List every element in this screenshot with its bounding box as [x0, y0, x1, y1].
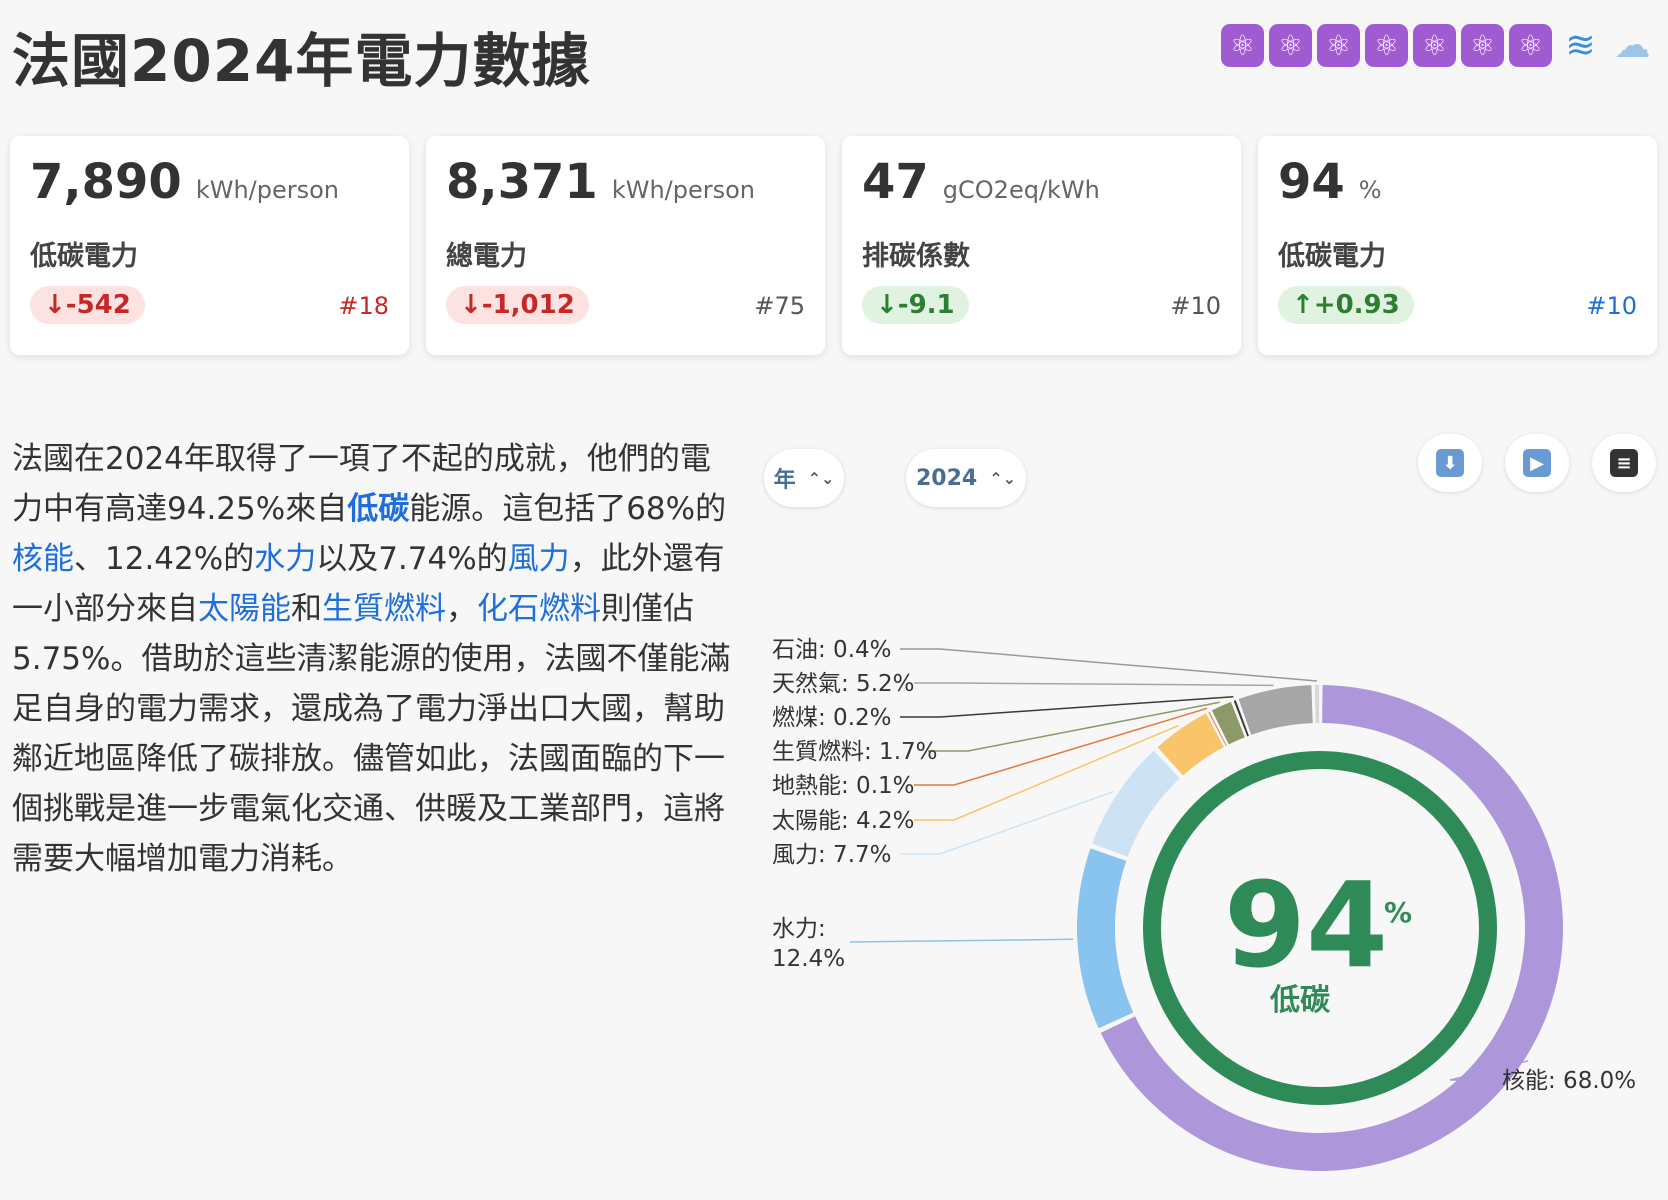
center-label: 低碳: [1269, 983, 1331, 1018]
leader-line: [900, 695, 1234, 718]
slice-label: 12.4%: [772, 946, 845, 972]
leader-line: [900, 790, 1115, 855]
electricity-mix-donut-chart: 核能: 68.0% 水力: 12.4% 風力: 7.7% 太陽能: 4.2% 地熱能: 0…: [772, 637, 1636, 1172]
slice-label: 燃煤: 0.2%: [772, 705, 892, 731]
slice-label: 生質燃料: 1.7%: [772, 739, 938, 765]
slice-label: 太陽能: 4.2%: [772, 808, 915, 834]
slice-label: 核能: 68.0%: [1502, 1068, 1636, 1094]
leader-line: [849, 938, 1074, 943]
center-unit: %: [1384, 896, 1412, 929]
leader-line: [900, 648, 1317, 682]
donut-slice[interactable]: [1314, 685, 1320, 724]
slice-label: 石油: 0.4%: [772, 637, 892, 663]
donut-slice[interactable]: [1077, 848, 1134, 1029]
center-value: 94: [1224, 856, 1388, 994]
donut-slice[interactable]: [1238, 685, 1313, 735]
slice-label: 地熱能: 0.1%: [772, 773, 915, 799]
leader-line: [914, 682, 1274, 687]
slice-label: 天然氣: 5.2%: [772, 671, 915, 697]
slice-label: 水力:: [772, 916, 826, 942]
slice-label: 風力: 7.7%: [772, 842, 892, 868]
